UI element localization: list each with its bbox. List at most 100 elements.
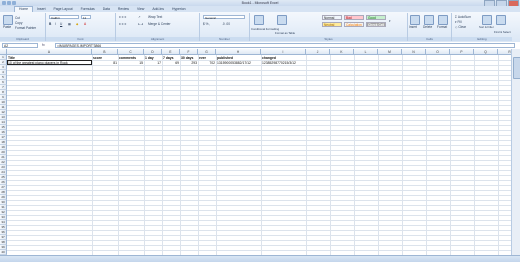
data-cell[interactable]: 15 <box>118 61 143 65</box>
header-cell[interactable]: score <box>93 56 102 60</box>
copy-button[interactable]: Copy <box>15 21 22 25</box>
column-header-a[interactable]: A <box>7 49 92 55</box>
delete-cells-button[interactable]: Delete <box>423 25 432 29</box>
style-check-cell[interactable]: Check Cell <box>366 22 386 27</box>
column-header-j[interactable]: J <box>306 49 330 55</box>
column-header-k[interactable]: K <box>330 49 354 55</box>
header-cell[interactable]: comments <box>119 56 136 60</box>
cut-button[interactable]: Cut <box>15 16 20 20</box>
name-box[interactable]: A2 <box>2 43 38 48</box>
data-cell[interactable]: 293 <box>180 61 197 65</box>
vertical-scrollbar[interactable] <box>511 49 520 255</box>
font-name-select[interactable]: Calibri <box>49 15 79 20</box>
column-header-n[interactable]: N <box>402 49 426 55</box>
gridline <box>7 220 512 221</box>
delete-cells-icon[interactable] <box>424 15 434 25</box>
column-header-p[interactable]: P <box>450 49 474 55</box>
column-header-e[interactable]: E <box>162 49 180 55</box>
gridline <box>7 170 512 171</box>
style-bad[interactable]: Bad <box>344 15 364 20</box>
column-header-m[interactable]: M <box>378 49 402 55</box>
fill-label: Fill <box>457 20 462 24</box>
gridline <box>7 155 512 156</box>
indent-icon[interactable]: ⇤⇥ <box>138 22 143 26</box>
format-cells-icon[interactable] <box>438 15 448 25</box>
insert-cells-icon[interactable] <box>410 15 420 25</box>
clipboard-label: Clipboard <box>0 37 45 41</box>
clear-button[interactable]: ◇ Clear <box>455 25 466 29</box>
orientation-icon[interactable]: ↗ <box>138 15 141 19</box>
paste-button[interactable]: Paste <box>3 25 11 29</box>
underline-icon[interactable]: U <box>60 22 62 26</box>
gridline <box>7 165 512 166</box>
merge-center-button[interactable]: Merge & Center <box>148 22 171 26</box>
fill-color-icon[interactable]: ◆ <box>76 22 78 26</box>
align-left-icon[interactable]: ≡ ≡ ≡ <box>119 22 126 26</box>
column-header-d[interactable]: D <box>144 49 162 55</box>
style-neutral[interactable]: Neutral <box>322 22 342 27</box>
style-calculation[interactable]: Calculation <box>344 22 364 27</box>
find-select-icon[interactable] <box>496 15 506 25</box>
header-cell[interactable]: 7 days <box>163 56 174 60</box>
window-title: Book1 - Microsoft Excel <box>241 0 279 5</box>
gridline <box>7 235 512 236</box>
borders-icon[interactable]: ▦ <box>68 22 71 26</box>
number-format-select[interactable]: General <box>203 15 245 20</box>
column-header-o[interactable]: O <box>426 49 450 55</box>
header-cell[interactable]: published <box>217 56 233 60</box>
data-cell[interactable]: 69 <box>162 61 179 65</box>
insert-cells-button[interactable]: Insert <box>409 25 417 29</box>
data-cell[interactable]: 1315900053882/17/12 <box>217 61 251 65</box>
style-normal[interactable]: Normal <box>322 15 342 20</box>
wrap-text-button[interactable]: Wrap Text <box>148 15 162 19</box>
column-header-r[interactable]: R <box>498 49 512 55</box>
worksheet-grid[interactable]: A B C D E F G H I J K L M N O P Q R 1 2 3 4 5 6 7 8 9 10 11 12 13 14 15 1… <box>0 49 512 255</box>
header-cell[interactable]: changed <box>262 56 276 60</box>
header-cell[interactable]: 1 day <box>145 56 154 60</box>
alignment-label: Alignment <box>116 37 199 41</box>
data-cell[interactable]: 12385298770215/3/12 <box>262 61 296 65</box>
decimal-icon[interactable]: .0 .00 <box>222 22 230 26</box>
gridline <box>7 90 512 91</box>
number-label: Number <box>200 37 249 41</box>
number-group: General $ % , .0 .00 Number <box>200 13 250 41</box>
data-cell[interactable]: 81 <box>92 61 117 65</box>
currency-icon[interactable]: $ % , <box>203 22 210 26</box>
format-table-button[interactable]: Format as Table <box>275 31 295 35</box>
sort-filter-icon[interactable] <box>482 15 492 25</box>
conditional-formatting-icon[interactable] <box>254 15 264 25</box>
paste-icon[interactable] <box>3 15 13 25</box>
column-header-g[interactable]: G <box>198 49 216 55</box>
find-select-button[interactable]: Find & Select <box>494 30 511 34</box>
column-header-f[interactable]: F <box>180 49 198 55</box>
autosum-button[interactable]: Σ AutoSum <box>455 15 471 19</box>
format-painter-button[interactable]: Format Painter <box>15 26 36 30</box>
column-header-h[interactable]: H <box>216 49 261 55</box>
header-cell[interactable]: Title <box>8 56 15 60</box>
editing-group: Σ AutoSum ▾ Fill ◇ Clear Sort & Filter F… <box>452 13 512 41</box>
data-cell[interactable]: 702 <box>198 61 215 65</box>
font-color-icon[interactable]: A <box>84 22 86 26</box>
data-cell[interactable]: 17 <box>144 61 161 65</box>
sort-filter-button[interactable]: Sort & Filter <box>479 25 494 29</box>
column-header-q[interactable]: Q <box>474 49 498 55</box>
scrollbar-thumb[interactable] <box>513 57 520 79</box>
format-table-icon[interactable] <box>277 15 287 25</box>
italic-icon[interactable]: I <box>55 22 56 26</box>
formula-input[interactable]: =IMUBPAGES.IMPORT'3866 <box>55 43 515 48</box>
column-header-b[interactable]: B <box>92 49 118 55</box>
font-size-select[interactable]: 11 <box>81 15 91 20</box>
fill-button[interactable]: ▾ Fill <box>455 20 462 24</box>
column-header-c[interactable]: C <box>118 49 144 55</box>
align-top-icon[interactable]: ≡ ≡ ≡ <box>119 15 126 19</box>
column-header-l[interactable]: L <box>354 49 378 55</box>
styles-group: Conditional Formatting Format as Table N… <box>250 13 408 41</box>
style-good[interactable]: Good <box>366 15 386 20</box>
fx-icon[interactable]: fx <box>42 43 45 48</box>
format-cells-button[interactable]: Format <box>437 25 447 29</box>
column-header-i[interactable]: I <box>261 49 306 55</box>
header-cell[interactable]: 30 days <box>181 56 193 60</box>
styles-more-icon[interactable]: ▾ <box>389 19 391 23</box>
header-cell[interactable]: ever <box>199 56 206 60</box>
bold-icon[interactable]: B <box>49 22 51 26</box>
